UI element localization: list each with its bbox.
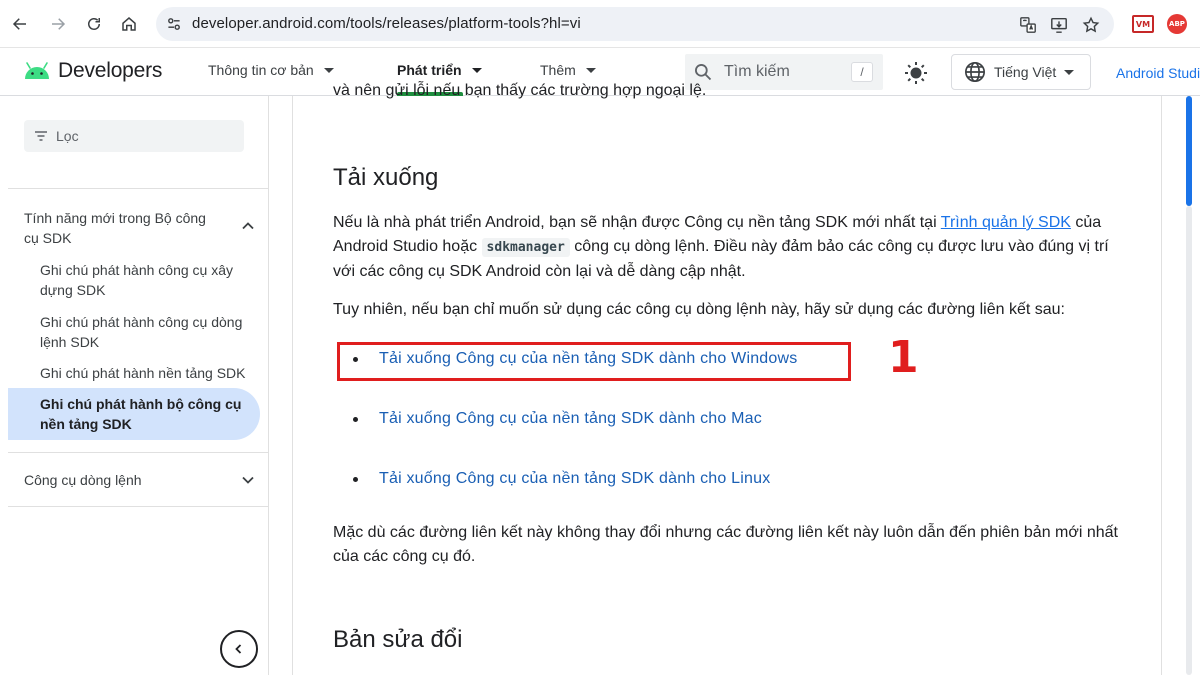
bookmark-star-icon[interactable] bbox=[1081, 15, 1101, 35]
download-intro-paragraph: Nếu là nhà phát triển Android, bạn sẽ nh… bbox=[333, 211, 1133, 284]
nav-develop-label: Phát triển bbox=[397, 62, 462, 78]
dropdown-caret-icon bbox=[585, 67, 596, 73]
search-input[interactable]: Tìm kiếm / bbox=[685, 54, 883, 90]
chevron-up-icon[interactable] bbox=[240, 218, 256, 234]
scrollbar-thumb[interactable] bbox=[1186, 96, 1192, 206]
search-shortcut-key: / bbox=[851, 62, 873, 82]
android-logo-icon bbox=[25, 62, 49, 79]
para1-text: Nếu là nhà phát triển Android, bạn sẽ nh… bbox=[333, 214, 941, 231]
list-item: Tải xuống Công cụ của nền tảng SDK dành … bbox=[353, 470, 770, 488]
sidebar-divider bbox=[8, 506, 268, 507]
section-title-revisions: Bản sửa đổi bbox=[333, 626, 463, 653]
nav-develop[interactable]: Phát triển bbox=[397, 62, 482, 78]
sidebar-item-platform[interactable]: Ghi chú phát hành nền tảng SDK bbox=[40, 363, 255, 383]
clipped-paragraph: và nên gửi lỗi nếu bạn thấy các trường h… bbox=[333, 82, 707, 99]
chevron-left-icon bbox=[235, 644, 242, 654]
adblock-extension-icon[interactable]: ABP bbox=[1167, 14, 1187, 34]
sdk-manager-link[interactable]: Trình quản lý SDK bbox=[941, 214, 1071, 231]
dropdown-caret-icon bbox=[323, 67, 334, 73]
abp-extension-label: ABP bbox=[1169, 20, 1185, 28]
annotation-highlight-box bbox=[337, 342, 851, 381]
sidebar-border bbox=[268, 96, 269, 675]
chevron-down-icon[interactable] bbox=[240, 472, 256, 488]
sidebar-group-cmdline[interactable]: Công cụ dòng lệnh bbox=[24, 470, 224, 490]
language-label: Tiếng Việt bbox=[994, 64, 1057, 80]
home-icon[interactable] bbox=[117, 12, 141, 36]
nav-more-label: Thêm bbox=[540, 62, 576, 78]
logo-text: Developers bbox=[58, 59, 163, 82]
annotation-number: 1 bbox=[888, 332, 919, 383]
language-selector[interactable]: Tiếng Việt bbox=[951, 54, 1091, 90]
section-title-download: Tải xuống bbox=[333, 164, 439, 191]
search-placeholder: Tìm kiếm bbox=[724, 63, 790, 80]
dropdown-caret-icon bbox=[471, 67, 482, 73]
filter-placeholder: Lọc bbox=[56, 128, 79, 144]
sidebar-item-build-tools[interactable]: Ghi chú phát hành công cụ xây dựng SDK bbox=[40, 260, 255, 300]
site-settings-icon[interactable] bbox=[164, 14, 184, 34]
filter-input[interactable]: Lọc bbox=[24, 120, 244, 152]
download-linux-link[interactable]: Tải xuống Công cụ của nền tảng SDK dành … bbox=[379, 470, 770, 488]
browser-toolbar: developer.android.com/tools/releases/pla… bbox=[0, 0, 1200, 48]
sidebar-divider bbox=[8, 452, 268, 453]
sidebar-item-cmdline-tools[interactable]: Ghi chú phát hành công cụ dòng lệnh SDK bbox=[40, 312, 255, 352]
sidebar-item-label: Ghi chú phát hành bộ công cụ nền tảng SD… bbox=[40, 396, 242, 432]
filter-icon bbox=[35, 131, 47, 141]
links-note-paragraph: Mặc dù các đường liên kết này không thay… bbox=[333, 524, 1118, 565]
forward-arrow-icon[interactable] bbox=[46, 12, 70, 36]
globe-icon bbox=[965, 62, 985, 82]
collapse-sidebar-button[interactable] bbox=[220, 630, 258, 668]
bullet bbox=[353, 476, 358, 482]
vm-extension-label: VM bbox=[1135, 19, 1151, 29]
back-arrow-icon[interactable] bbox=[8, 12, 32, 36]
reload-icon[interactable] bbox=[82, 12, 106, 36]
scrollbar-rail bbox=[1186, 206, 1192, 675]
developers-logo[interactable]: Developers bbox=[24, 59, 162, 83]
translate-icon[interactable] bbox=[1018, 15, 1038, 35]
main-content: và nên gửi lỗi nếu bạn thấy các trường h… bbox=[292, 82, 1162, 675]
list-item: Tải xuống Công cụ của nền tảng SDK dành … bbox=[353, 410, 762, 428]
nav-more[interactable]: Thêm bbox=[540, 62, 596, 78]
search-icon bbox=[695, 63, 712, 81]
url-text[interactable]: developer.android.com/tools/releases/pla… bbox=[192, 15, 581, 32]
download-mac-link[interactable]: Tải xuống Công cụ của nền tảng SDK dành … bbox=[379, 410, 762, 428]
left-sidebar: Lọc Tính năng mới trong Bộ công cụ SDK G… bbox=[8, 96, 268, 675]
nav-basics[interactable]: Thông tin cơ bản bbox=[208, 62, 334, 78]
cmdline-paragraph: Tuy nhiên, nếu bạn chỉ muốn sử dụng các … bbox=[333, 301, 1065, 318]
nav-basics-label: Thông tin cơ bản bbox=[208, 62, 314, 78]
sidebar-group-sdk-tools[interactable]: Tính năng mới trong Bộ công cụ SDK bbox=[24, 208, 224, 248]
theme-toggle-sun-icon[interactable] bbox=[903, 60, 929, 86]
vm-extension-icon[interactable]: VM bbox=[1132, 15, 1154, 33]
address-bar[interactable]: developer.android.com/tools/releases/pla… bbox=[156, 7, 1114, 41]
dropdown-caret-icon bbox=[1064, 69, 1075, 75]
sdkmanager-code: sdkmanager bbox=[481, 238, 570, 257]
bullet bbox=[353, 416, 358, 422]
sidebar-divider bbox=[8, 188, 268, 189]
sidebar-item-platform-tools[interactable]: Ghi chú phát hành bộ công cụ nền tảng SD… bbox=[8, 388, 260, 440]
install-app-icon[interactable] bbox=[1049, 15, 1069, 35]
android-studio-link[interactable]: Android Studio bbox=[1116, 65, 1200, 81]
